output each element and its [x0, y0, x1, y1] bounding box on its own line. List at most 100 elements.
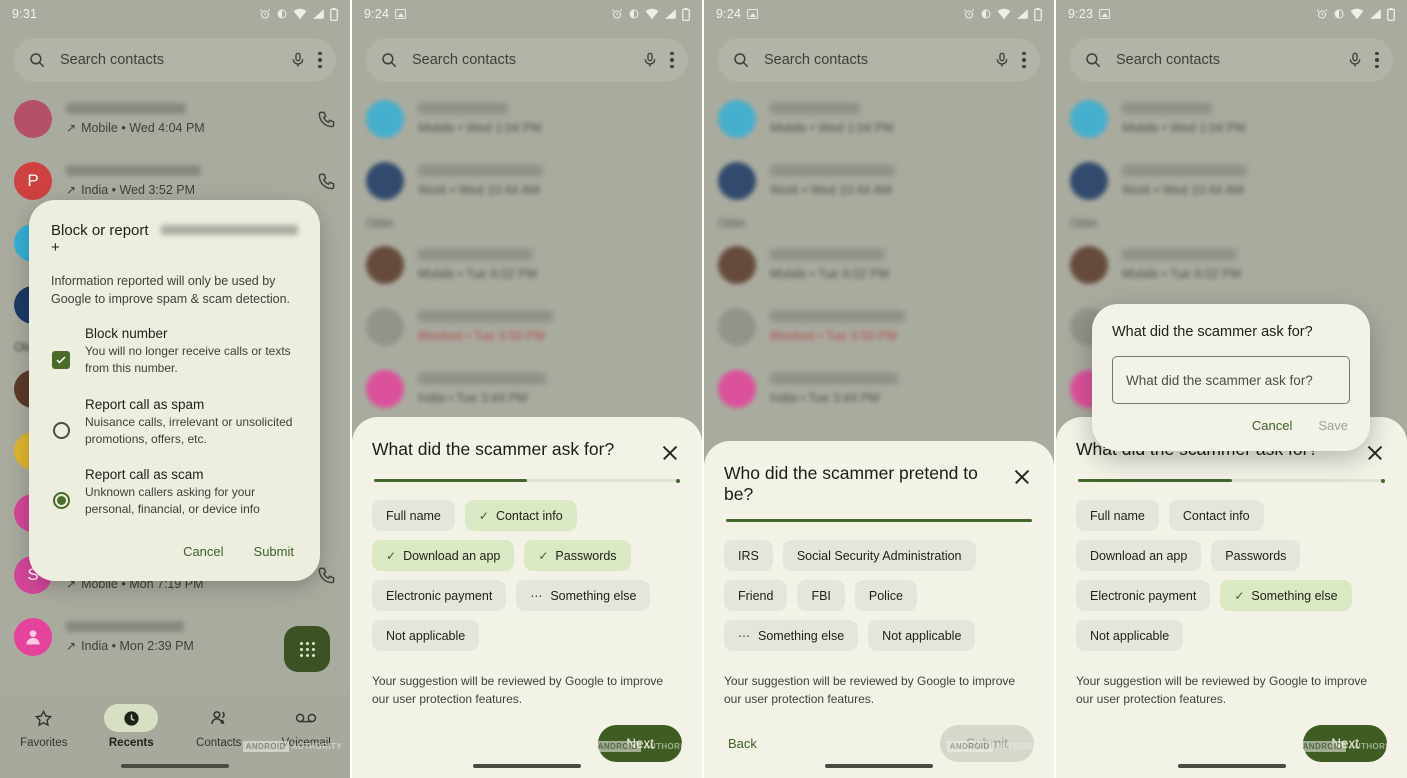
list-item[interactable]: Work • Wed 10:44 AM [352, 150, 702, 212]
option-block-number[interactable]: Block number You will no longer receive … [51, 326, 298, 377]
avatar [718, 370, 756, 408]
cancel-button[interactable]: Cancel [1252, 418, 1292, 433]
something-else-input-dialog: What did the scammer ask for? What did t… [1092, 304, 1370, 451]
chip-passwords[interactable]: Passwords [1211, 540, 1301, 572]
check-icon: ✓ [1234, 588, 1245, 603]
nav-pill-active [104, 704, 159, 732]
search-bar[interactable]: Search contacts [1070, 38, 1393, 82]
mic-icon[interactable] [642, 51, 658, 69]
chip-irs[interactable]: IRS [724, 540, 773, 572]
chip-friend[interactable]: Friend [724, 580, 788, 612]
close-icon[interactable] [1363, 441, 1387, 465]
close-icon[interactable] [658, 441, 682, 465]
list-item[interactable]: Mobile • Tue 6:02 PM [352, 234, 702, 296]
avatar [366, 370, 404, 408]
chip-contact-info[interactable]: Contact info [1168, 500, 1264, 532]
option-text: Report call as scam Unknown callers aski… [85, 467, 298, 518]
list-item[interactable]: India • Tue 3:44 PM [704, 358, 1054, 420]
radio-unchecked-icon[interactable] [52, 421, 70, 439]
search-input[interactable]: Search contacts [764, 52, 994, 68]
overflow-menu-icon[interactable] [1022, 51, 1026, 69]
chip-social-security-administration[interactable]: Social Security Administration [782, 540, 976, 572]
save-button[interactable]: Save [1318, 418, 1348, 433]
alarm-icon [611, 9, 623, 19]
submit-button[interactable]: Submit [254, 544, 294, 559]
search-icon [30, 53, 45, 68]
avatar [366, 162, 404, 200]
status-time: 9:24 [716, 7, 742, 21]
call-back-icon[interactable] [317, 566, 336, 585]
nav-label: Favorites [20, 737, 68, 749]
watermark-brand: ANDROID [946, 741, 993, 752]
chip-something-else[interactable]: ⋯ Something else [724, 620, 859, 652]
phone-screen-4: 9:23 Search contacts Mobile • Wed 1:04 P… [1056, 0, 1407, 778]
chip-full-name[interactable]: Full name [372, 500, 455, 532]
list-item[interactable]: Mobile • Wed 1:04 PM [352, 88, 702, 150]
search-input[interactable]: Search contacts [1116, 52, 1347, 68]
mic-icon[interactable] [1347, 51, 1363, 69]
call-back-icon[interactable] [317, 172, 336, 191]
list-item[interactable]: Mobile • Tue 6:02 PM [1056, 234, 1407, 296]
search-bar[interactable]: Search contacts [14, 38, 336, 82]
list-item[interactable]: Mobile • Wed 1:04 PM [1056, 88, 1407, 150]
list-item[interactable]: Mobile • Wed 1:04 PM [704, 88, 1054, 150]
chip-not-applicable[interactable]: Not applicable [1076, 620, 1184, 652]
search-input[interactable]: Search contacts [412, 52, 642, 68]
option-report-spam[interactable]: Report call as spam Nuisance calls, irre… [51, 397, 298, 448]
status-icons [963, 7, 1042, 21]
cancel-button[interactable]: Cancel [183, 544, 223, 559]
chip-not-applicable[interactable]: Not applicable [372, 620, 480, 652]
screenshot-icon [395, 9, 407, 19]
chip-download-an-app[interactable]: Download an app [1076, 540, 1202, 572]
list-item[interactable]: Blocked • Tue 3:50 PM [704, 296, 1054, 358]
progress-bar [726, 519, 1032, 523]
signal-icon [665, 9, 676, 19]
list-item[interactable]: India • Tue 3:44 PM [352, 358, 702, 420]
nav-item-favorites[interactable]: Favorites [0, 704, 88, 749]
list-item[interactable]: Blocked • Tue 3:50 PM [352, 296, 702, 358]
chip-contact-info[interactable]: ✓ Contact info [464, 500, 577, 532]
overflow-menu-icon[interactable] [1375, 51, 1379, 69]
chip-electronic-payment[interactable]: Electronic payment [372, 580, 507, 612]
watermark-brand: ANDROID [1299, 741, 1346, 752]
option-title: Block number [85, 326, 168, 342]
overflow-menu-icon[interactable] [670, 51, 674, 69]
battery-icon [682, 7, 690, 21]
progress-fill [374, 479, 527, 483]
dialog-title: Block or report + [51, 222, 298, 256]
checkbox-checked-icon[interactable] [52, 350, 70, 369]
chip-something-else[interactable]: ✓ Something else [1220, 580, 1352, 612]
progress-bar [374, 478, 680, 483]
overflow-menu-icon[interactable] [318, 51, 322, 69]
search-input[interactable]: Search contacts [60, 52, 290, 68]
list-item[interactable]: Work • Wed 10:44 AM [1056, 150, 1407, 212]
dialpad-fab[interactable] [284, 626, 330, 672]
search-bar[interactable]: Search contacts [366, 38, 688, 82]
status-time: 9:24 [364, 7, 390, 21]
list-item[interactable]: ↗ Mobile • Wed 4:04 PM [0, 88, 350, 150]
chip-police[interactable]: Police [854, 580, 917, 612]
watermark: ANDROID AUTHORITY [594, 741, 694, 752]
radio-checked-icon[interactable] [52, 492, 70, 510]
search-bar[interactable]: Search contacts [718, 38, 1040, 82]
mic-icon[interactable] [290, 51, 306, 69]
call-back-icon[interactable] [317, 110, 336, 129]
list-item[interactable]: Work • Wed 10:44 AM [704, 150, 1054, 212]
close-icon[interactable] [1010, 465, 1034, 489]
chip-not-applicable[interactable]: Not applicable [868, 620, 976, 652]
chip-electronic-payment[interactable]: Electronic payment [1076, 580, 1211, 612]
chip-full-name[interactable]: Full name [1076, 500, 1159, 532]
option-title: Report call as scam [85, 467, 204, 483]
nav-item-recents[interactable]: Recents [88, 704, 176, 749]
option-report-scam[interactable]: Report call as scam Unknown callers aski… [51, 467, 298, 518]
list-item[interactable]: Mobile • Tue 6:02 PM [704, 234, 1054, 296]
chip-something-else[interactable]: ⋯ Something else [516, 580, 651, 612]
chip-download-an-app[interactable]: ✓ Download an app [372, 540, 515, 572]
nav-pill [17, 704, 71, 732]
mic-icon[interactable] [994, 51, 1010, 69]
back-button[interactable]: Back [724, 730, 761, 757]
wifi-icon [1350, 8, 1364, 20]
something-else-input[interactable]: What did the scammer ask for? [1112, 356, 1350, 404]
chip-fbi[interactable]: FBI [797, 580, 845, 612]
chip-passwords[interactable]: ✓ Passwords [524, 540, 631, 572]
